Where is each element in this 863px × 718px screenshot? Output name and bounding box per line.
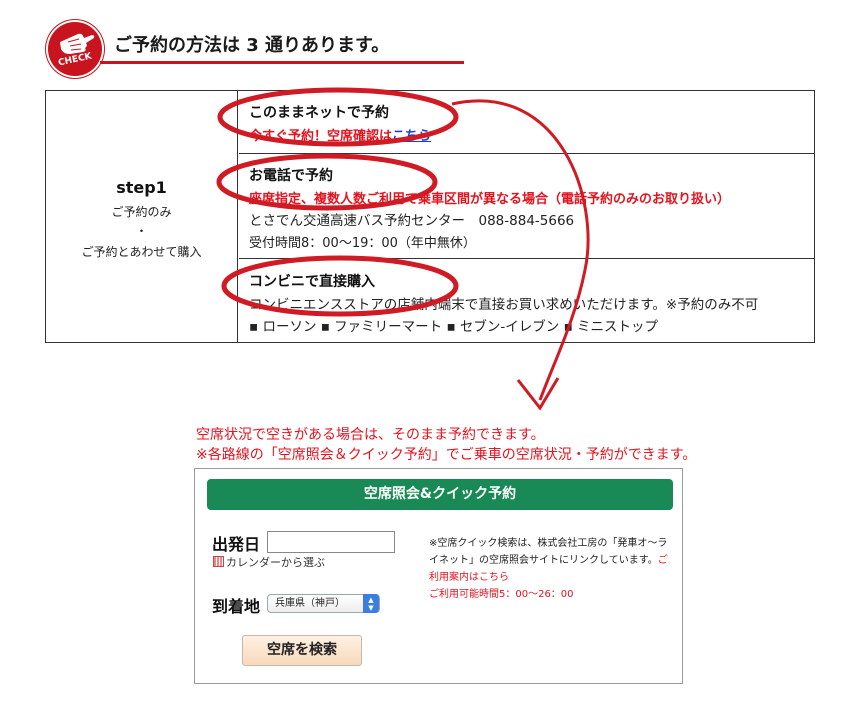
section-header: CHECK ご予約の方法は 3 通りあります。 (48, 22, 464, 78)
departure-date-input[interactable] (267, 531, 395, 553)
arrow-head (516, 377, 560, 411)
calendar-link-label: カレンダーから選ぶ (226, 556, 325, 569)
destination-label: 到着地 (212, 597, 261, 616)
net-reserve-line: 今すぐ予約！空席確認はこちら (249, 125, 431, 144)
side-note-text: ※空席クイック検索は、株式会社工房の「発車オ〜ライネット」の空席照会サイトにリン… (429, 538, 668, 566)
check-badge-icon: CHECK (48, 22, 102, 76)
method-title-convenience: コンビニで直接購入 (249, 274, 375, 290)
note-line-1: 空席状況で空きがある場合は、そのまま予約できます。 (196, 427, 545, 443)
available-hours: ご利用可能時間5：00〜26：00 (429, 589, 574, 600)
widget-side-note: ※空席クイック検索は、株式会社工房の「発車オ〜ライネット」の空席照会サイトにリン… (429, 535, 674, 603)
method-title-phone: お電話で予約 (249, 168, 333, 184)
note-line-2: ※各路線の「空席照会＆クイック予約」でご乗車の空席状況・予約ができます。 (196, 447, 697, 463)
phone-notice: 座席指定、複数人数ご利用で乗車区間が異なる場合（電話予約のみのお取り扱い） (249, 192, 731, 207)
quick-reservation-widget: 空席照会&クイック予約 出発日 カレンダーから選ぶ 到着地 兵庫県（神戸） ▲ ▼… (194, 468, 683, 684)
departure-date-label: 出発日 (212, 535, 261, 554)
step-label: step1 (116, 178, 167, 197)
net-reserve-link[interactable]: こちら (392, 129, 431, 144)
step-line-reserve-and-buy: ご予約とあわせて購入 (81, 245, 202, 259)
method-row-phone: お電話で予約 座席指定、複数人数ご利用で乗車区間が異なる場合（電話予約のみのお取… (239, 154, 814, 259)
title-underline (100, 61, 464, 64)
step-line-separator: ・ (135, 224, 148, 238)
calendar-icon (213, 556, 224, 567)
destination-value: 兵庫県（神戸） (275, 598, 345, 609)
method-row-convenience: コンビニで直接購入 コンビニエンスストアの店舗内端末で直接お買い求めいただけます… (239, 259, 814, 342)
page-title: ご予約の方法は 3 通りあります。 (114, 35, 390, 56)
widget-header: 空席照会&クイック予約 (207, 479, 673, 510)
net-reserve-prefix: 今すぐ予約！空席確認は (249, 129, 393, 144)
convenience-text: コンビニエンスストアの店舗内端末で直接お買い求めいただけます。※予約のみ不可 (249, 297, 759, 313)
step-cell: step1 ご予約のみ ・ ご予約とあわせて購入 (46, 91, 238, 342)
method-row-net: このままネットで予約 今すぐ予約！空席確認はこちら (239, 91, 814, 154)
phone-center: とさでん交通高速バス予約センター 088-884-5666 (249, 213, 575, 229)
reservation-methods-table: step1 ご予約のみ ・ ご予約とあわせて購入 このままネットで予約 今すぐ予… (45, 90, 815, 343)
select-arrows-icon: ▲ ▼ (363, 594, 379, 613)
phone-hours: 受付時間8：00〜19：00（年中無休） (249, 236, 476, 251)
method-title-net: このままネットで予約 (249, 105, 389, 121)
destination-select[interactable]: 兵庫県（神戸） ▲ ▼ (267, 594, 380, 613)
search-seats-button[interactable]: 空席を検索 (242, 635, 362, 666)
convenience-stores: ▪ ローソン ▪ ファミリーマート ▪ セブン-イレブン ▪ ミニストップ (249, 319, 659, 335)
step-line-reserve-only: ご予約のみ (111, 205, 172, 219)
calendar-link[interactable]: カレンダーから選ぶ (213, 554, 325, 570)
